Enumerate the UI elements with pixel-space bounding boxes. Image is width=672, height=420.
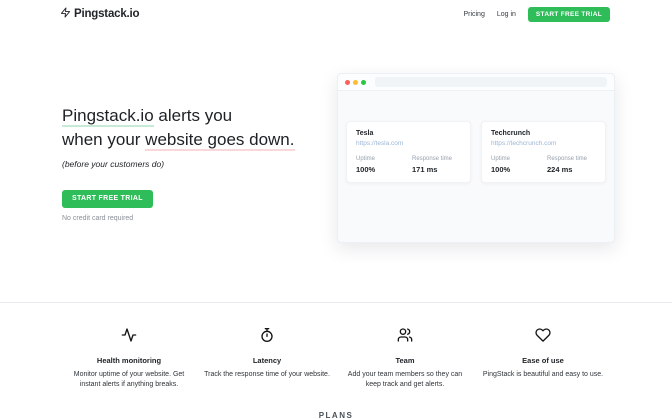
- header-start-free-trial-button[interactable]: START FREE TRIAL: [528, 7, 610, 22]
- nav-link-login[interactable]: Log in: [497, 11, 516, 18]
- header-nav: Pricing Log in START FREE TRIAL: [463, 7, 610, 22]
- browser-mockup: Tesla https://tesla.com Uptime 100% Resp…: [337, 73, 615, 243]
- hero-headline-line2: when your website goes down.: [62, 128, 332, 152]
- feature-title: Health monitoring: [64, 356, 194, 365]
- feature-latency: Latency Track the response time of your …: [198, 327, 336, 390]
- plans-section-label: PLANS: [0, 411, 672, 420]
- uptime-label: Uptime: [491, 156, 537, 162]
- feature-title: Ease of use: [478, 356, 608, 365]
- features-section: Health monitoring Monitor uptime of your…: [60, 327, 612, 390]
- site-url: https://techcrunch.com: [491, 140, 596, 147]
- feature-description: Add your team members so they can keep t…: [340, 370, 470, 390]
- feature-description: PingStack is beautiful and easy to use.: [478, 370, 608, 380]
- hero-headline-line1: Pingstack.io alerts you: [62, 104, 332, 128]
- monitor-cards: Tesla https://tesla.com Uptime 100% Resp…: [338, 91, 614, 183]
- site-url: https://tesla.com: [356, 140, 461, 147]
- feature-description: Track the response time of your website.: [202, 370, 332, 380]
- nav-link-pricing[interactable]: Pricing: [463, 11, 484, 18]
- response-time-value: 171 ms: [412, 165, 452, 174]
- hero-headline-text: when your: [62, 130, 145, 149]
- feature-health-monitoring: Health monitoring Monitor uptime of your…: [60, 327, 198, 390]
- monitor-card-techcrunch: Techcrunch https://techcrunch.com Uptime…: [481, 121, 606, 183]
- hero-start-free-trial-button[interactable]: START FREE TRIAL: [62, 190, 153, 208]
- site-name: Techcrunch: [491, 130, 596, 137]
- monitor-card-tesla: Tesla https://tesla.com Uptime 100% Resp…: [346, 121, 471, 183]
- red-dot-icon: [345, 80, 350, 85]
- response-time-label: Response time: [412, 156, 452, 162]
- feature-title: Latency: [202, 356, 332, 365]
- hero-section: Pingstack.io alerts you when your websit…: [62, 104, 332, 222]
- hero-headline: Pingstack.io alerts you when your websit…: [62, 104, 332, 152]
- uptime-value: 100%: [356, 165, 402, 174]
- header: Pingstack.io Pricing Log in START FREE T…: [0, 0, 672, 28]
- feature-description: Monitor uptime of your website. Get inst…: [64, 370, 194, 390]
- uptime-value: 100%: [491, 165, 537, 174]
- hero-highlight-brand: Pingstack.io: [62, 106, 154, 127]
- heart-icon: [478, 327, 608, 348]
- hero-headline-text: alerts you: [154, 106, 232, 125]
- site-name: Tesla: [356, 130, 461, 137]
- uptime-label: Uptime: [356, 156, 402, 162]
- stopwatch-icon: [202, 327, 332, 348]
- browser-titlebar: [338, 74, 614, 91]
- yellow-dot-icon: [353, 80, 358, 85]
- activity-pulse-icon: [64, 327, 194, 348]
- feature-ease-of-use: Ease of use PingStack is beautiful and e…: [474, 327, 612, 390]
- response-time-label: Response time: [547, 156, 587, 162]
- logo-text: Pingstack.io: [74, 8, 139, 20]
- section-divider: [0, 302, 672, 303]
- team-users-icon: [340, 327, 470, 348]
- browser-url-bar: [375, 77, 607, 87]
- logo[interactable]: Pingstack.io: [60, 5, 139, 23]
- hero-highlight-down: website goes down.: [145, 130, 294, 151]
- green-dot-icon: [361, 80, 366, 85]
- feature-title: Team: [340, 356, 470, 365]
- no-credit-card-note: No credit card required: [62, 215, 332, 222]
- feature-team: Team Add your team members so they can k…: [336, 327, 474, 390]
- lightning-bolt-icon: [60, 5, 71, 23]
- response-time-value: 224 ms: [547, 165, 587, 174]
- hero-subtitle: (before your customers do): [62, 159, 332, 169]
